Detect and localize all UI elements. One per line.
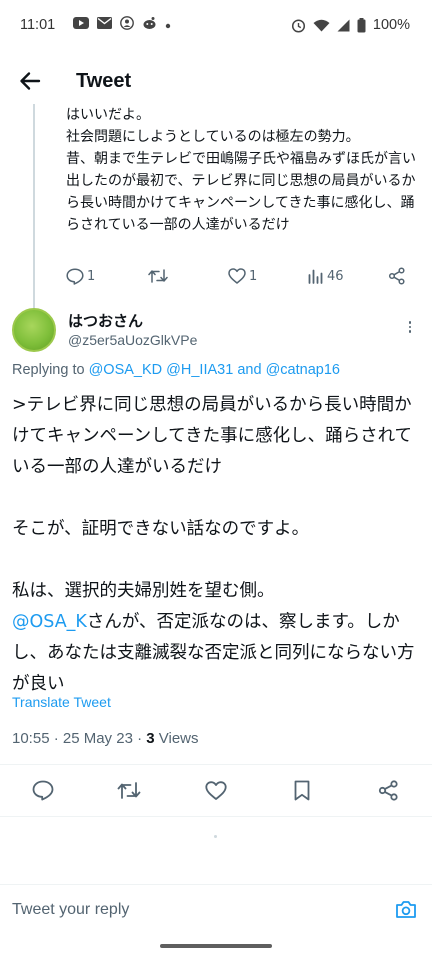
reply-input[interactable] <box>12 900 392 919</box>
bookmark-icon <box>294 780 310 800</box>
divider <box>0 816 432 817</box>
parent-tweet-actions: 1 1 46 <box>60 262 420 290</box>
tweet-paragraph: 私は、選択的夫婦別姓を望む側。 <box>12 581 275 601</box>
share-icon <box>378 779 398 801</box>
retweet-icon <box>117 781 141 799</box>
retweet-button[interactable] <box>115 776 143 804</box>
tweet-paragraph-mention: @OSA_Kさんが、否定派なのは、察します。しかし、あなたは支離滅裂な否定派と同… <box>12 607 424 700</box>
battery-percent: 100% <box>372 17 410 33</box>
parent-tweet-text: はいいだよ。 社会問題にしようとしているのは極左の勢力。 昔、朝まで生テレビで田… <box>66 107 416 233</box>
replying-prefix: Replying to <box>12 362 85 378</box>
status-system-icons: 100% <box>291 17 410 33</box>
parent-view-count: 46 <box>327 268 344 284</box>
retweet-icon <box>148 269 168 283</box>
mention-link-and[interactable]: and <box>237 362 261 378</box>
status-time: 11:01 <box>20 17 56 33</box>
tweet-views-label: Views <box>154 730 199 747</box>
tweet-action-bar <box>0 770 432 810</box>
share-icon <box>388 267 405 285</box>
top-bar: Tweet <box>0 56 432 106</box>
thread-line <box>33 104 35 310</box>
mention-link[interactable]: @H_IIA31 <box>166 362 233 378</box>
reply-icon <box>32 780 54 800</box>
signal-icon <box>337 19 350 32</box>
parent-views-button[interactable]: 46 <box>308 269 344 284</box>
loading-dot <box>214 835 217 838</box>
reddit-icon <box>142 16 157 34</box>
status-bar: 11:01 100% <box>0 0 432 50</box>
mention-link[interactable]: @OSA_K <box>12 612 87 632</box>
tweet-body: >テレビ界に同じ思想の局員がいるから長い時間かけてキャンペーンしてきた事に感化し… <box>12 390 424 700</box>
parent-retweet-button[interactable] <box>148 268 168 284</box>
parent-like-count: 1 <box>249 268 258 284</box>
mention-link[interactable]: @OSA_KD <box>89 362 163 378</box>
translate-tweet-link[interactable]: Translate Tweet <box>12 694 111 710</box>
tweet-view-count: 3 <box>146 730 155 747</box>
more-dot-icon <box>408 321 412 324</box>
bookmark-button[interactable] <box>288 776 316 804</box>
camera-button[interactable] <box>392 896 420 924</box>
tweet-paragraph: >テレビ界に同じ思想の局員がいるから長い時間かけてキャンペーンしてきた事に感化し… <box>12 395 413 477</box>
reply-button[interactable] <box>29 776 57 804</box>
avatar[interactable] <box>12 308 56 352</box>
wifi-icon <box>313 19 330 32</box>
mention-link[interactable]: @catnap16 <box>266 362 340 378</box>
status-notification-icons <box>73 16 171 34</box>
divider <box>0 764 432 765</box>
dot-icon <box>165 17 171 33</box>
heart-icon <box>205 780 227 800</box>
camera-icon <box>396 901 416 918</box>
parent-share-button[interactable] <box>388 267 406 285</box>
back-button[interactable] <box>0 56 60 106</box>
parent-reply-button[interactable]: 1 <box>66 267 96 285</box>
replying-to: Replying to @OSA_KD @H_IIA31 and @catnap… <box>12 362 340 378</box>
like-button[interactable] <box>202 776 230 804</box>
reply-composer <box>0 884 432 934</box>
display-name[interactable]: はつおさん <box>68 310 143 331</box>
share-button[interactable] <box>374 776 402 804</box>
mail-icon <box>97 17 113 33</box>
user-handle[interactable]: @z5er5aUozGlkVPe <box>68 332 197 348</box>
more-dot-icon <box>408 330 412 333</box>
more-dot-icon <box>408 325 412 329</box>
arrow-left-icon <box>20 72 41 90</box>
more-options-button[interactable] <box>404 316 416 338</box>
tweet-meta: 10:55 · 25 May 23 · 3 Views <box>12 730 199 747</box>
gesture-nav-handle[interactable] <box>160 944 272 948</box>
tweet-timestamp[interactable]: 10:55 · 25 May 23 · <box>12 730 146 747</box>
page-title: Tweet <box>76 69 132 92</box>
tweet-paragraph: そこが、証明できない話なのですよ。 <box>12 519 310 539</box>
app-icon <box>120 16 135 34</box>
parent-like-button[interactable]: 1 <box>228 268 257 284</box>
parent-reply-count: 1 <box>87 268 96 284</box>
heart-icon <box>228 268 246 284</box>
alarm-icon <box>291 18 306 33</box>
youtube-icon <box>73 17 90 33</box>
reply-icon <box>66 267 84 285</box>
views-icon <box>308 269 323 284</box>
battery-icon <box>357 17 366 33</box>
